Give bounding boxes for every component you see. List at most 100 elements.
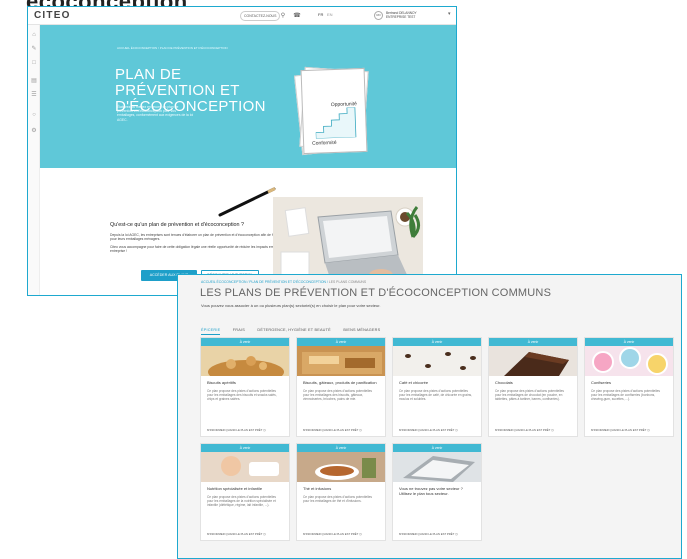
plan-card[interactable]: À venir Biscuits, gâteaux, produits de p…	[296, 337, 386, 437]
menu-icon[interactable]: ▾	[448, 11, 451, 17]
status-badge: À venir	[201, 338, 289, 346]
card-title: Thé et infusions	[303, 486, 332, 491]
stairs-icon	[315, 107, 357, 139]
clock-icon: ◷	[263, 532, 266, 536]
settings-icon[interactable]: ⚙	[30, 127, 38, 135]
card-description: Ce plan propose des pistes d'actions pot…	[399, 389, 473, 401]
card-image	[201, 452, 289, 482]
chart-icon[interactable]: ☰	[30, 91, 38, 99]
card-image	[393, 452, 481, 482]
notify-label: M'INFORMER QUAND LE PLAN EST PRÊT	[399, 532, 455, 536]
plans-breadcrumb[interactable]: ACCUEIL ÉCOCONCEPTION / PLAN DE PRÉVENTI…	[201, 280, 366, 284]
notify-link[interactable]: M'INFORMER QUAND LE PLAN EST PRÊT ◷	[495, 428, 554, 432]
card-title: Chocolats	[495, 380, 513, 385]
screenshot-root: écoconception CITEO CONTACTEZ-NOUS ⚲ ☎ F…	[0, 0, 687, 559]
notify-label: M'INFORMER QUAND LE PLAN EST PRÊT	[303, 428, 359, 432]
status-badge: À venir	[201, 444, 289, 452]
notify-label: M'INFORMER QUAND LE PLAN EST PRÊT	[207, 532, 263, 536]
card-description: Ce plan propose des pistes d'actions pot…	[303, 495, 373, 503]
card-description: Ce plan propose des pistes d'actions pot…	[495, 389, 565, 401]
avatar[interactable]: RD	[374, 11, 383, 20]
tab-detergence[interactable]: DÉTERGENCE, HYGIÈNE ET BEAUTÉ	[257, 328, 330, 334]
card-title: Biscuits, gâteaux, produits de panificat…	[303, 380, 377, 385]
status-badge: À venir	[297, 444, 385, 452]
card-description: Ce plan propose des pistes d'actions pot…	[207, 389, 277, 401]
status-badge: À venir	[393, 338, 481, 346]
tab-epicerie[interactable]: ÉPICERIE	[201, 328, 221, 335]
card-image	[585, 346, 673, 376]
status-badge: À venir	[585, 338, 673, 346]
notify-label: M'INFORMER QUAND LE PLAN EST PRÊT	[303, 532, 359, 536]
status-badge: À venir	[489, 338, 577, 346]
card-description: Ce plan propose des pistes d'actions pot…	[207, 495, 277, 507]
notify-link[interactable]: M'INFORMER QUAND LE PLAN EST PRÊT ◷	[207, 532, 266, 536]
plan-card[interactable]: À venir Vous ne trouvez pas votre secteu…	[392, 443, 482, 541]
status-badge: À venir	[297, 338, 385, 346]
sector-tabs: ÉPICERIE FRAIS DÉTERGENCE, HYGIÈNE ET BE…	[201, 318, 388, 335]
hero-banner: ACCUEIL ÉCOCONCEPTION / PLAN DE PRÉVENTI…	[40, 25, 456, 168]
paper-label-compliance: Conformité	[312, 139, 337, 147]
plan-card[interactable]: À venir Biscuits apéritifs Ce plan propo…	[200, 337, 290, 437]
clock-icon: ◷	[455, 532, 458, 536]
common-plans-window: ACCUEIL ÉCOCONCEPTION / PLAN DE PRÉVENTI…	[177, 274, 682, 559]
tab-biens-menagers[interactable]: BIENS MÉNAGERS	[343, 328, 380, 334]
plan-overview-window: CITEO CONTACTEZ-NOUS ⚲ ☎ FR EN RD Bertra…	[27, 6, 457, 296]
hero-description: Élaborez ou mettez en œuvre un plan de p…	[117, 105, 194, 122]
phone-icon[interactable]: ☎	[292, 11, 302, 21]
home-icon[interactable]: ⌂	[30, 31, 38, 39]
help-icon[interactable]: ○	[30, 111, 38, 119]
clock-icon: ◷	[551, 428, 554, 432]
card-title: Biscuits apéritifs	[207, 380, 236, 385]
card-image	[393, 346, 481, 376]
contact-button[interactable]: CONTACTEZ-NOUS	[240, 11, 281, 21]
clock-icon: ◷	[359, 428, 362, 432]
card-description: Ce plan propose des pistes d'actions pot…	[591, 389, 661, 401]
plan-card[interactable]: À venir Thé et infusions Ce plan propose…	[296, 443, 386, 541]
card-title: Café et chicorée	[399, 380, 429, 385]
clock-icon: ◷	[647, 428, 650, 432]
notify-link[interactable]: M'INFORMER QUAND LE PLAN EST PRÊT ◷	[303, 428, 362, 432]
breadcrumb[interactable]: ACCUEIL ÉCOCONCEPTION / PLAN DE PRÉVENTI…	[117, 46, 228, 50]
citeo-logo[interactable]: CITEO	[34, 10, 71, 21]
sidebar: ⌂ ✎ □ ▤ ☰ ○ ⚙	[28, 25, 40, 295]
document-icon[interactable]: □	[30, 59, 38, 67]
notify-link[interactable]: M'INFORMER QUAND LE PLAN EST PRÊT ◷	[207, 428, 266, 432]
notify-label: M'INFORMER QUAND LE PLAN EST PRÊT	[207, 428, 263, 432]
top-bar: CITEO CONTACTEZ-NOUS ⚲ ☎ FR EN RD Bertra…	[28, 7, 456, 25]
card-image	[201, 346, 289, 376]
card-image	[297, 346, 385, 376]
plan-card[interactable]: À venir Confiseries Ce plan propose des …	[584, 337, 674, 437]
user-info[interactable]: Bertrand DELANNOY ENTREPRISE TEST	[386, 11, 417, 19]
notify-label: M'INFORMER QUAND LE PLAN EST PRÊT	[591, 428, 647, 432]
notify-label: M'INFORMER QUAND LE PLAN EST PRÊT	[399, 428, 455, 432]
lang-en[interactable]: EN	[327, 12, 333, 17]
user-org: ENTREPRISE TEST	[386, 15, 416, 19]
pen-icon[interactable]: ✎	[30, 45, 38, 53]
paper-illustration: Opportunité Conformité	[300, 67, 368, 155]
lang-fr[interactable]: FR	[318, 12, 323, 17]
tab-frais[interactable]: FRAIS	[233, 328, 245, 334]
pencil-icon	[218, 187, 276, 217]
plan-card[interactable]: À venir Chocolats Ce plan propose des pi…	[488, 337, 578, 437]
plan-card[interactable]: À venir Café et chicorée Ce plan propose…	[392, 337, 482, 437]
notify-link[interactable]: M'INFORMER QUAND LE PLAN EST PRÊT ◷	[303, 532, 362, 536]
card-title: Nutrition spécialisée et infantile	[207, 486, 263, 491]
plan-card[interactable]: À venir Nutrition spécialisée et infanti…	[200, 443, 290, 541]
notify-link[interactable]: M'INFORMER QUAND LE PLAN EST PRÊT ◷	[399, 532, 458, 536]
file-icon[interactable]: ▤	[30, 77, 38, 85]
card-title: Confiseries	[591, 380, 612, 385]
notify-link[interactable]: M'INFORMER QUAND LE PLAN EST PRÊT ◷	[591, 428, 650, 432]
notify-link[interactable]: M'INFORMER QUAND LE PLAN EST PRÊT ◷	[399, 428, 458, 432]
search-icon[interactable]: ⚲	[278, 11, 288, 21]
card-description: Ce plan propose des pistes d'actions pot…	[303, 389, 373, 401]
card-image	[489, 346, 577, 376]
clock-icon: ◷	[455, 428, 458, 432]
plans-title: LES PLANS DE PRÉVENTION ET D'ÉCOCONCEPTI…	[200, 287, 552, 299]
breadcrumb-current: LES PLANS COMMUNS	[328, 280, 367, 284]
plans-subtitle: Vous pouvez vous associer à un ou plusie…	[201, 303, 381, 308]
card-title: Vous ne trouvez pas votre secteur ? Util…	[399, 486, 463, 496]
clock-icon: ◷	[359, 532, 362, 536]
breadcrumb-path[interactable]: ACCUEIL ÉCOCONCEPTION / PLAN DE PRÉVENTI…	[201, 280, 329, 284]
card-image	[297, 452, 385, 482]
clock-icon: ◷	[263, 428, 266, 432]
